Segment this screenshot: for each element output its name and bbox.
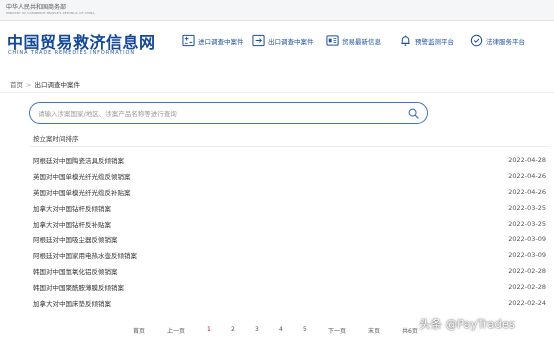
site-logo-en: CHINA TRADE REMEDIES INFORMATION: [8, 50, 136, 56]
case-date: 2022-03-25: [508, 219, 546, 228]
search-input[interactable]: [38, 107, 398, 120]
nav-trade-news-label: 贸易最新信息: [342, 37, 381, 46]
prev-page-button[interactable]: 上一页: [167, 326, 185, 335]
nav-legal-platform-label: 法律服务平台: [486, 37, 525, 46]
news-icon: [326, 35, 339, 46]
list-item[interactable]: 加拿大对中国钻杆反补贴案 2022-03-25: [29, 216, 551, 232]
breadcrumb: 首页 > 出口调查中案件: [10, 79, 80, 89]
case-list: 阿根廷对中国陶瓷洁具反倾销案 2022-04-28 英国对中国单模光纤光缆反倾销案…: [29, 152, 551, 311]
nav-warning-platform[interactable]: 预警监测平台: [399, 34, 454, 47]
breadcrumb-separator: >: [26, 81, 32, 89]
case-title[interactable]: 阿根廷对中国家用电热水壶反倾销案: [29, 250, 137, 260]
watermark-text: 头条 @PayTrades: [419, 317, 515, 331]
list-item[interactable]: 阿根廷对中国家用电热水壶反倾销案 2022-03-09: [29, 247, 551, 263]
page-3-button[interactable]: 3: [255, 326, 259, 333]
list-item[interactable]: 韩国对中国聚酰胺薄膜反倾销案 2022-02-28: [29, 279, 551, 295]
case-title[interactable]: 英国对中国单模光纤光缆反倾销案: [29, 171, 131, 181]
first-page-button[interactable]: 首页: [133, 326, 145, 335]
nav-trade-news[interactable]: 贸易最新信息: [326, 34, 381, 47]
case-title[interactable]: 英国对中国单模光纤光缆反补贴案: [29, 187, 131, 197]
next-page-button[interactable]: 下一页: [328, 326, 346, 335]
search-box: [29, 102, 428, 124]
list-item[interactable]: 英国对中国单模光纤光缆反倾销案 2022-04-26: [29, 168, 551, 184]
legal-icon: [470, 34, 483, 47]
bell-icon: [401, 35, 410, 46]
case-date: 2022-04-26: [508, 187, 546, 196]
total-pages: 共6页: [402, 328, 418, 335]
ministry-name-en: MINISTRY OF COMMERCE PEOPLE'S REPUBLIC O…: [6, 11, 95, 15]
nav-import-cases-label: 进口调查中案件: [198, 37, 244, 46]
nav-export-cases-label: 出口调查中案件: [268, 37, 314, 46]
case-date: 2022-02-24: [508, 298, 546, 307]
export-case-icon: [252, 34, 265, 47]
case-date: 2022-02-28: [508, 283, 546, 292]
case-title[interactable]: 加拿大对中国床垫反倾销案: [29, 298, 111, 308]
sort-by-filing-date[interactable]: 按立案时间排序: [33, 133, 79, 143]
case-date: 2022-03-25: [508, 203, 546, 212]
list-item[interactable]: 英国对中国单模光纤光缆反补贴案 2022-04-26: [29, 184, 551, 200]
page-5-button[interactable]: 5: [303, 326, 307, 333]
list-item[interactable]: 阿根廷对中国吸尘器反倾销案 2022-03-09: [29, 231, 551, 247]
breadcrumb-current: 出口调查中案件: [34, 81, 80, 89]
ministry-name: 中华人民共和国商务部: [6, 4, 67, 11]
case-date: 2022-04-26: [508, 171, 546, 180]
import-case-icon: [182, 34, 195, 47]
breadcrumb-home[interactable]: 首页: [10, 81, 23, 89]
case-title[interactable]: 加拿大对中国钻杆反补贴案: [29, 219, 111, 229]
site-header: 中国贸易救济信息网 CHINA TRADE REMEDIES INFORMATI…: [0, 22, 554, 68]
list-item[interactable]: 阿根廷对中国陶瓷洁具反倾销案 2022-04-28: [29, 152, 551, 168]
nav-legal-platform[interactable]: 法律服务平台: [470, 34, 525, 47]
case-title[interactable]: 韩国对中国聚酰胺薄膜反倾销案: [29, 282, 124, 292]
nav-import-cases[interactable]: 进口调查中案件: [182, 34, 244, 47]
last-page-button[interactable]: 末页: [368, 326, 380, 335]
case-title[interactable]: 阿根廷对中国陶瓷洁具反倾销案: [29, 155, 124, 165]
page-4-button[interactable]: 4: [279, 326, 283, 333]
case-date: 2022-02-28: [508, 267, 546, 276]
nav-export-cases[interactable]: 出口调查中案件: [252, 34, 314, 47]
page-2-button[interactable]: 2: [231, 326, 235, 333]
case-title[interactable]: 韩国对中国氢氧化铝反倾销案: [29, 266, 118, 276]
breadcrumb-bar: 首页 > 出口调查中案件: [0, 75, 554, 93]
case-title[interactable]: 加拿大对中国钻杆反倾销案: [29, 203, 111, 213]
list-item[interactable]: 加拿大对中国钻杆反倾销案 2022-03-25: [29, 200, 551, 216]
page-1-button[interactable]: 1: [207, 326, 211, 333]
case-date: 2022-03-09: [508, 251, 546, 260]
nav-warning-platform-label: 预警监测平台: [415, 37, 454, 46]
list-item[interactable]: 韩国对中国氢氧化铝反倾销案 2022-02-28: [29, 263, 551, 279]
case-date: 2022-04-28: [508, 155, 546, 164]
case-date: 2022-03-09: [508, 235, 546, 244]
search-icon[interactable]: [408, 108, 419, 119]
divider: [29, 146, 549, 147]
list-item[interactable]: 加拿大对中国床垫反倾销案 2022-02-24: [29, 295, 551, 311]
top-bar: 中华人民共和国商务部 MINISTRY OF COMMERCE PEOPLE'S…: [0, 0, 554, 21]
case-title[interactable]: 阿根廷对中国吸尘器反倾销案: [29, 234, 118, 244]
